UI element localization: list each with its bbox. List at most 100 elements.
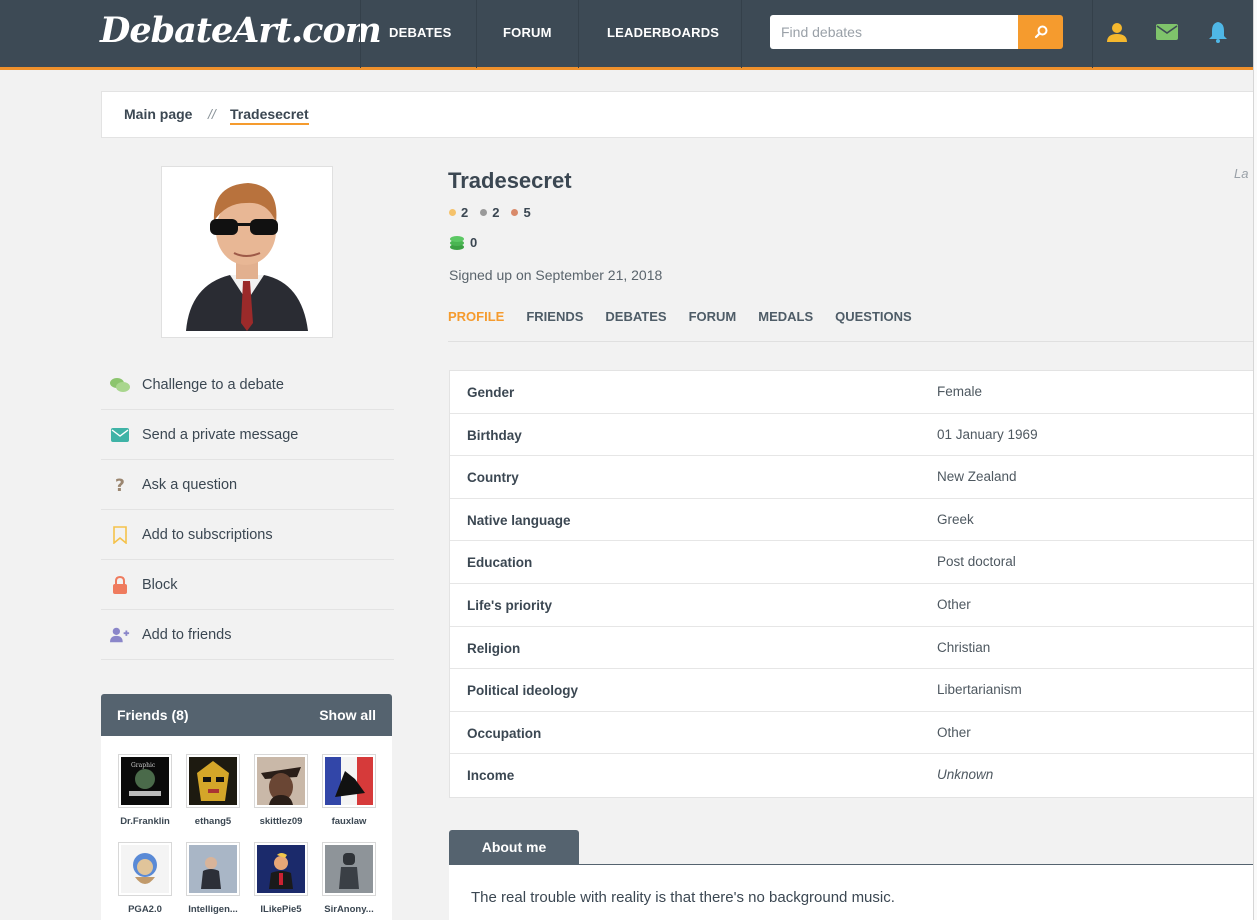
about-me-tab[interactable]: About me <box>449 830 579 864</box>
table-row: Birthday 01 January 1969 <box>450 414 1257 457</box>
gold-medal-icon <box>449 209 456 216</box>
search-button[interactable] <box>1018 15 1063 49</box>
info-value: Other <box>937 596 971 612</box>
friend-avatar: Graphic <box>121 757 169 805</box>
svg-text:Graphic: Graphic <box>131 762 156 769</box>
info-value: 01 January 1969 <box>937 426 1038 442</box>
friend-item[interactable]: ILikePie5 <box>248 842 314 915</box>
tab-profile[interactable]: PROFILE <box>448 309 504 324</box>
friend-item[interactable]: Graphic Dr.Franklin <box>112 754 178 827</box>
user-icon[interactable] <box>1105 20 1129 44</box>
lock-icon <box>110 575 130 595</box>
medal-counts: 2 2 5 <box>449 205 543 220</box>
info-value: Libertarianism <box>937 682 1022 698</box>
nav-debates[interactable]: DEBATES <box>389 25 452 40</box>
friends-panel-header: Friends (8) Show all <box>101 694 392 736</box>
friends-title: Friends (8) <box>117 707 189 723</box>
friend-avatar <box>189 845 237 893</box>
info-value: Other <box>937 724 971 740</box>
nav-divider <box>578 0 579 68</box>
info-key: Native language <box>467 512 571 528</box>
table-row: Native language Greek <box>450 499 1257 542</box>
table-row: Education Post doctoral <box>450 541 1257 584</box>
friend-name: Dr.Franklin <box>120 816 170 827</box>
send-message-action[interactable]: Send a private message <box>101 410 394 460</box>
friend-name: Intelligen... <box>188 904 238 915</box>
info-value: Post doctoral <box>937 554 1016 570</box>
friend-name: ethang5 <box>194 816 232 827</box>
info-key: Life's priority <box>467 597 552 613</box>
action-label: Challenge to a debate <box>142 377 284 393</box>
table-row: Gender Female <box>450 371 1257 414</box>
ask-question-action[interactable]: ? Ask a question <box>101 460 394 510</box>
tab-questions[interactable]: QUESTIONS <box>835 309 912 324</box>
subscribe-action[interactable]: Add to subscriptions <box>101 510 394 560</box>
friend-item[interactable]: fauxlaw <box>316 754 382 827</box>
friend-item[interactable]: Intelligen... <box>180 842 246 915</box>
friend-item[interactable]: PGA2.0 <box>112 842 178 915</box>
breadcrumb-separator: // <box>208 106 216 122</box>
table-row: Life's priority Other <box>450 584 1257 627</box>
chat-bubbles-icon <box>110 375 130 395</box>
info-key: Political ideology <box>467 683 579 699</box>
breadcrumb-main-page[interactable]: Main page <box>124 106 192 122</box>
friend-item[interactable]: skittlez09 <box>248 754 314 827</box>
top-navbar: DebateArt.com DEBATES FORUM LEADERBOARDS <box>0 0 1257 70</box>
table-row: Religion Christian <box>450 627 1257 670</box>
profile-tabs: PROFILE FRIENDS DEBATES FORUM MEDALS QUE… <box>448 309 934 324</box>
info-key: Income <box>467 768 515 784</box>
nav-divider <box>476 0 477 68</box>
silver-medal-icon <box>480 209 488 216</box>
envelope-icon[interactable] <box>1155 20 1179 44</box>
info-key: Religion <box>467 640 521 656</box>
bronze-medal-icon <box>511 209 519 216</box>
action-label: Ask a question <box>142 477 238 493</box>
partial-label: La <box>1234 166 1249 181</box>
info-key: Occupation <box>467 725 542 741</box>
action-label: Add to subscriptions <box>142 527 273 543</box>
info-value: New Zealand <box>937 469 1017 485</box>
search-input[interactable] <box>770 15 1019 49</box>
about-me-panel: The real trouble with reality is that th… <box>449 864 1257 920</box>
tab-debates[interactable]: DEBATES <box>605 309 666 324</box>
info-value: Unknown <box>937 767 994 783</box>
friend-avatar <box>325 845 373 893</box>
info-key: Birthday <box>467 427 522 443</box>
friend-avatar <box>325 757 373 805</box>
show-all-friends-link[interactable]: Show all <box>319 707 376 723</box>
challenge-debate-action[interactable]: Challenge to a debate <box>101 360 394 410</box>
add-friend-action[interactable]: Add to friends <box>101 610 394 660</box>
gold-medal-count: 2 <box>449 205 468 220</box>
nav-divider <box>360 0 361 68</box>
breadcrumb-current[interactable]: Tradesecret <box>230 106 309 125</box>
profile-info-table: Gender Female Birthday 01 January 1969 Cou… <box>449 370 1257 798</box>
question-mark-icon: ? <box>110 475 130 495</box>
window-edge <box>1253 0 1257 920</box>
bell-icon[interactable] <box>1206 20 1230 44</box>
block-action[interactable]: Block <box>101 560 394 610</box>
friend-item[interactable]: SirAnony... <box>316 842 382 915</box>
nav-forum[interactable]: FORUM <box>503 25 552 40</box>
tab-medals[interactable]: MEDALS <box>758 309 813 324</box>
friend-name: SirAnony... <box>324 904 374 915</box>
action-label: Block <box>142 577 178 593</box>
friend-avatar <box>257 757 305 805</box>
table-row: Income Unknown <box>450 754 1257 797</box>
add-user-icon <box>110 625 130 645</box>
friend-name: ILikePie5 <box>260 904 302 915</box>
signup-date: Signed up on September 21, 2018 <box>449 267 663 283</box>
bookmark-icon <box>110 525 130 545</box>
info-value: Christian <box>937 639 991 655</box>
table-row: Country New Zealand <box>450 456 1257 499</box>
friend-avatar <box>257 845 305 893</box>
info-value: Female <box>937 384 983 399</box>
friend-item[interactable]: ethang5 <box>180 754 246 827</box>
tab-friends[interactable]: FRIENDS <box>526 309 583 324</box>
site-logo[interactable]: DebateArt.com <box>100 10 382 51</box>
tab-forum[interactable]: FORUM <box>689 309 737 324</box>
friend-name: fauxlaw <box>331 816 367 827</box>
about-me-text: The real trouble with reality is that th… <box>471 889 895 906</box>
nav-leaderboards[interactable]: LEADERBOARDS <box>607 25 719 40</box>
friend-name: skittlez09 <box>259 816 303 827</box>
nav-divider <box>1092 0 1093 68</box>
